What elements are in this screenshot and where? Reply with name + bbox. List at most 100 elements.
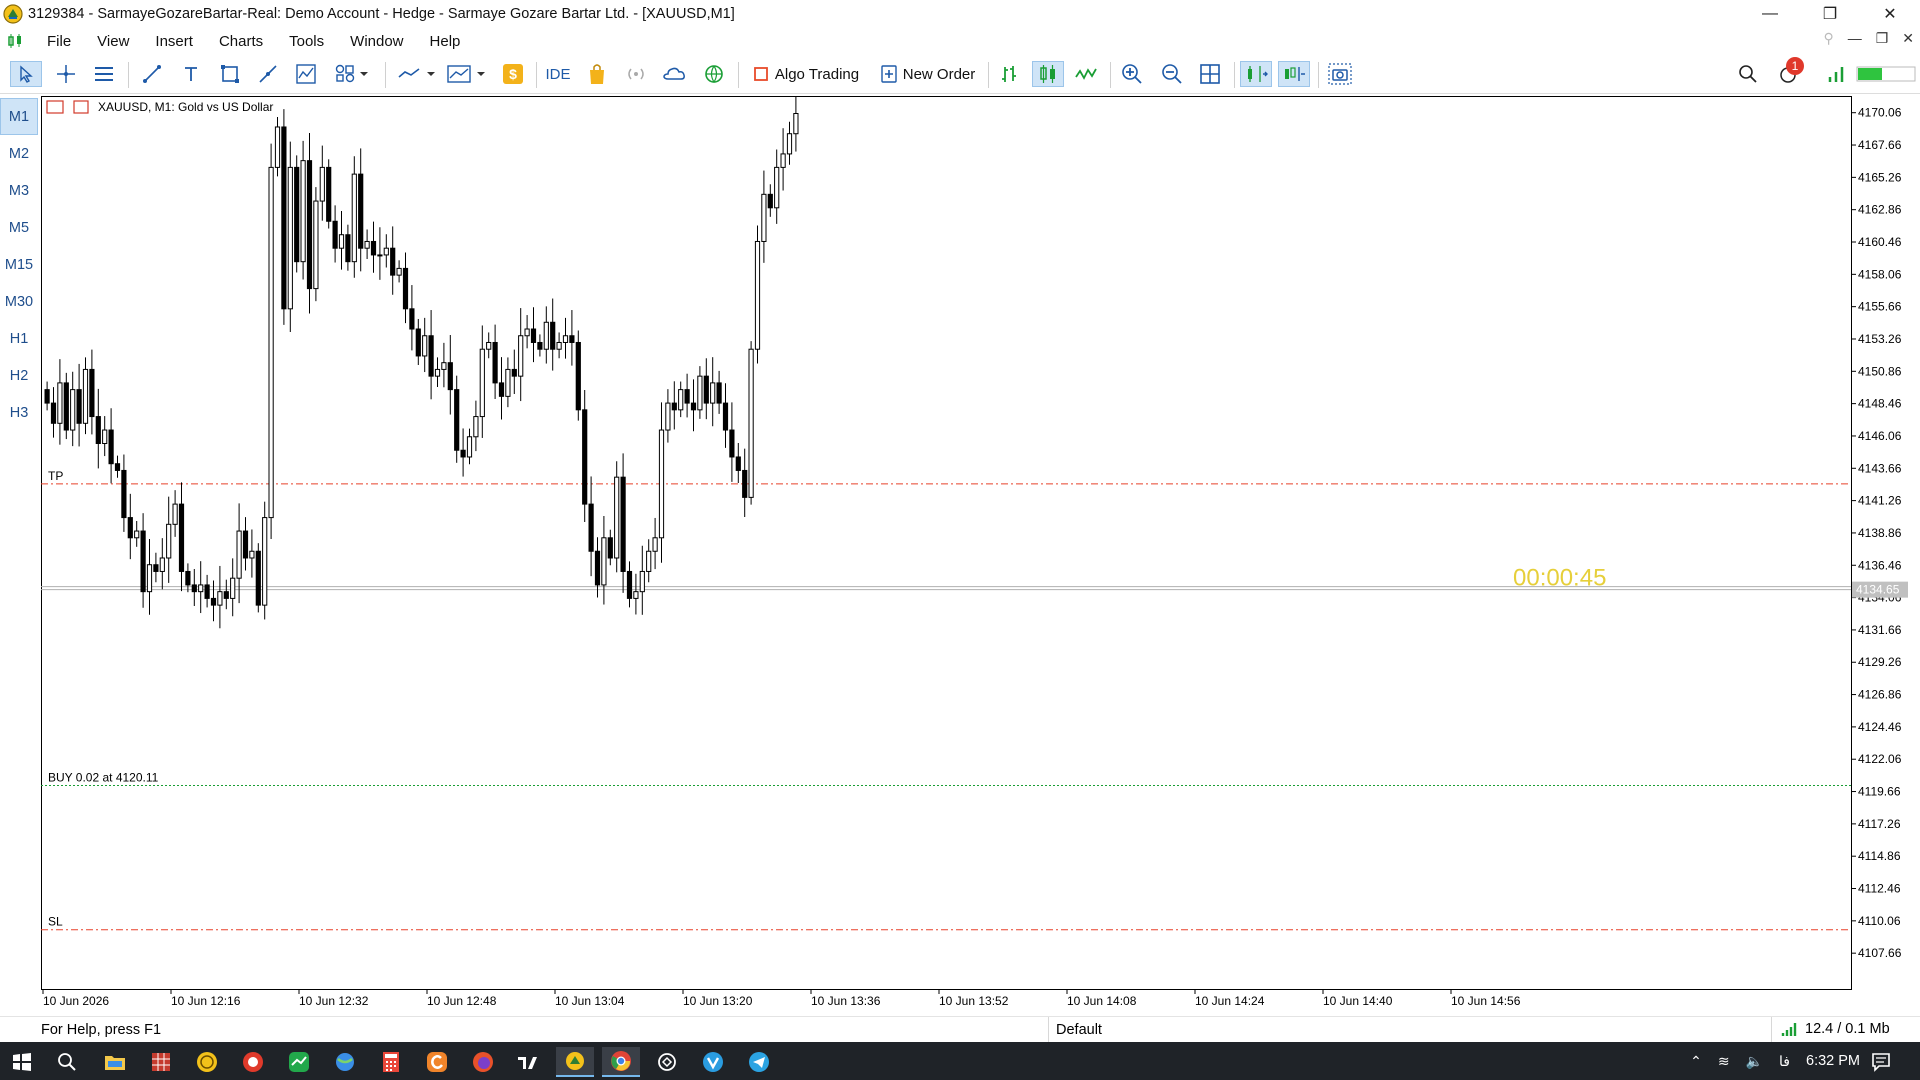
taskbar-chatgpt[interactable] (648, 1047, 686, 1077)
screenshot-button[interactable] (1326, 61, 1354, 87)
mdi-minimize-button[interactable]: — (1848, 30, 1862, 47)
maximize-button[interactable]: ❐ (1800, 0, 1860, 28)
timeframe-h2[interactable]: H2 (0, 357, 38, 394)
market-bag-button[interactable] (584, 61, 610, 87)
taskbar-app-v[interactable] (694, 1047, 732, 1077)
candle-body (332, 220, 338, 249)
language-indicator[interactable]: فا (1779, 1053, 1790, 1070)
timeframe-m5[interactable]: M5 (0, 209, 38, 246)
taskbar-metatrader[interactable] (556, 1047, 594, 1077)
cloud-icon (663, 67, 685, 80)
taskbar-calculator[interactable] (372, 1047, 410, 1077)
taskbar-app-coin[interactable] (188, 1047, 226, 1077)
menu-file[interactable]: File (34, 33, 84, 50)
volume-icon[interactable]: 🔈 (1746, 1053, 1763, 1070)
taskbar-app-calendar[interactable] (142, 1047, 180, 1077)
chart-window-icon[interactable] (8, 34, 24, 48)
price-tick-label: 4170.06 (1858, 106, 1902, 120)
candle-body (364, 240, 370, 249)
candle-body (607, 537, 613, 559)
start-button[interactable] (0, 1047, 44, 1077)
ide-button[interactable]: IDE (542, 61, 574, 87)
mdi-close-button[interactable]: ✕ (1902, 30, 1914, 47)
taskbar-firefox[interactable] (464, 1047, 502, 1077)
line-chart-button[interactable] (1072, 61, 1100, 87)
mdi-restore-button[interactable]: ❐ (1876, 30, 1889, 47)
bar-chart-button[interactable] (996, 61, 1022, 87)
web-button[interactable] (700, 61, 728, 87)
depth-of-market-icon[interactable] (73, 100, 89, 114)
one-click-trading-icon[interactable] (46, 100, 64, 114)
candle-body (486, 341, 492, 350)
zoom-in-button[interactable] (1118, 61, 1146, 87)
menu-insert[interactable]: Insert (142, 33, 206, 50)
candle-body (217, 591, 223, 606)
price-chart[interactable]: 4170.06 4167.66 4165.26 4162.86 4160.46 4158.… (41, 93, 1920, 1008)
taskbar-app-network[interactable] (326, 1047, 364, 1077)
profile-name[interactable]: Default (1056, 1022, 1102, 1038)
chart-type-dropdown-button[interactable] (396, 61, 438, 87)
pin-icon[interactable]: ⚲ (1823, 30, 1833, 47)
action-center-button[interactable] (1862, 1047, 1900, 1077)
candle-body (402, 267, 409, 310)
help-hint: For Help, press F1 (41, 1022, 162, 1038)
taskbar-chrome[interactable] (602, 1047, 640, 1077)
candle-body (492, 341, 498, 384)
algo-trading-button[interactable]: Algo Trading (746, 61, 866, 87)
taskbar-telegram[interactable] (740, 1047, 778, 1077)
menu-window[interactable]: Window (337, 33, 416, 50)
new-order-button[interactable]: New Order (876, 61, 980, 87)
menu-help[interactable]: Help (417, 33, 474, 50)
signals-button[interactable] (622, 61, 650, 87)
autoscroll-button[interactable] (1240, 61, 1272, 87)
notifications-button[interactable]: 1 (1772, 57, 1806, 87)
channel-tool-button[interactable] (254, 61, 282, 87)
timeframe-m30[interactable]: M30 (0, 283, 38, 320)
price-tick-label: 4143.66 (1858, 461, 1902, 475)
close-button[interactable]: ✕ (1860, 0, 1920, 28)
cursor-tool-button[interactable] (10, 61, 42, 87)
candle-body (313, 200, 319, 290)
tile-windows-button[interactable] (1196, 61, 1224, 87)
taskbar-folder[interactable] (96, 1047, 134, 1077)
clock[interactable]: 6:32 PM (1806, 1053, 1860, 1069)
taskbar-tradingview[interactable] (510, 1047, 548, 1077)
trendline-tool-button[interactable] (138, 61, 166, 87)
candle-body (460, 449, 466, 458)
wifi-icon[interactable]: ≋ (1718, 1053, 1730, 1070)
minimize-button[interactable]: — (1740, 0, 1800, 28)
market-button[interactable]: $ (500, 61, 526, 87)
indicators-button[interactable] (292, 61, 320, 87)
tray-chevron-icon[interactable]: ⌃ (1690, 1053, 1702, 1070)
period-separator-button[interactable] (90, 61, 118, 87)
zoom-out-button[interactable] (1158, 61, 1186, 87)
search-button[interactable] (1734, 61, 1762, 87)
candlestick-chart-button[interactable] (1032, 61, 1064, 87)
candle-body (409, 308, 415, 330)
timeframe-m15[interactable]: M15 (0, 246, 38, 283)
objects-dropdown-button[interactable] (330, 61, 374, 87)
timeframe-m3[interactable]: M3 (0, 172, 38, 209)
taskbar-app-chart[interactable] (280, 1047, 318, 1077)
menu-charts[interactable]: Charts (206, 33, 276, 50)
timeframe-h3[interactable]: H3 (0, 394, 38, 431)
text-tool-button[interactable] (178, 61, 204, 87)
timeframe-m2[interactable]: M2 (0, 135, 38, 172)
timeframe-m1[interactable]: M1 (0, 98, 38, 135)
candle-body (159, 557, 165, 572)
indicator-chart-icon (296, 64, 316, 84)
chart-canvas[interactable]: 4170.06 4167.66 4165.26 4162.86 4160.46 4158.… (41, 93, 1920, 1008)
traffic-bars-icon (1781, 1023, 1797, 1036)
shapes-tool-button[interactable] (216, 61, 244, 87)
vps-button[interactable] (660, 61, 688, 87)
taskbar-search-button[interactable] (48, 1047, 86, 1077)
chart-shift-button[interactable] (1278, 61, 1310, 87)
connection-status[interactable] (1826, 61, 1846, 87)
menu-view[interactable]: View (84, 33, 142, 50)
menu-tools[interactable]: Tools (276, 33, 337, 50)
crosshair-tool-button[interactable] (52, 61, 80, 87)
timeframe-h1[interactable]: H1 (0, 320, 38, 357)
taskbar-app-record[interactable] (234, 1047, 272, 1077)
taskbar-app-orange[interactable] (418, 1047, 456, 1077)
templates-dropdown-button[interactable] (446, 61, 488, 87)
